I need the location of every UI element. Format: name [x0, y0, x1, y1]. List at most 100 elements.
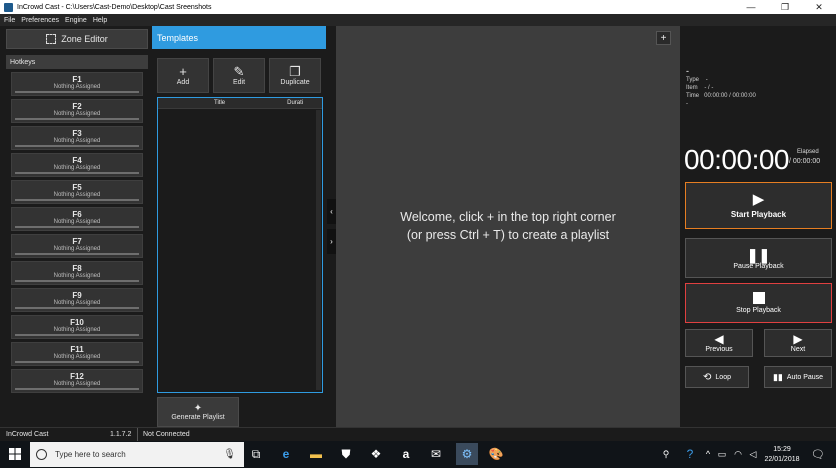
clock[interactable]: 15:29 22/01/2018 — [762, 445, 802, 465]
hotkey-progress — [15, 91, 139, 93]
people-icon[interactable]: ⚲ — [658, 446, 674, 462]
hotkey-status: Nothing Assigned — [53, 219, 101, 225]
hotkey-key: F6 — [72, 210, 82, 219]
restore-button[interactable]: ❐ — [768, 0, 802, 14]
hotkey-key: F1 — [72, 75, 82, 84]
windows-taskbar: Type here to search 🎙 ⧉ e ▬ ⛊ ❖ a ✉ ⚙ 🎨 … — [0, 441, 836, 468]
welcome-line-2: (or press Ctrl + T) to create a playlist — [406, 228, 610, 242]
duplicate-template-button[interactable]: ❐ Duplicate — [269, 58, 321, 93]
hotkey-f2[interactable]: F2 Nothing Assigned — [11, 99, 143, 123]
hotkey-progress — [15, 118, 139, 120]
hotkey-f1[interactable]: F1 Nothing Assigned — [11, 72, 143, 96]
task-view-icon[interactable]: ⧉ — [248, 446, 264, 462]
menu-file[interactable]: File — [4, 17, 15, 24]
next-label: Next — [790, 346, 806, 353]
status-divider — [137, 428, 138, 441]
next-icon: ▶ — [793, 332, 803, 346]
edit-label: Edit — [232, 79, 246, 86]
hotkey-f3[interactable]: F3 Nothing Assigned — [11, 126, 143, 150]
wifi-icon[interactable]: ◠ — [730, 446, 746, 462]
hotkey-f5[interactable]: F5 Nothing Assigned — [11, 180, 143, 204]
item-label: Item — [686, 85, 698, 91]
hotkey-f8[interactable]: F8 Nothing Assigned — [11, 261, 143, 285]
templates-list[interactable]: Title Durati — [157, 97, 323, 393]
column-duration[interactable]: Durati — [287, 100, 303, 106]
hotkey-key: F12 — [70, 372, 84, 381]
hotkey-progress — [15, 145, 139, 147]
add-template-button[interactable]: + Add — [157, 58, 209, 93]
edit-template-button[interactable]: ✎ Edit — [213, 58, 265, 93]
clock-date: 22/01/2018 — [764, 456, 800, 463]
hotkey-list: F1 Nothing Assigned F2 Nothing Assigned F3… — [6, 72, 148, 393]
hotkey-status: Nothing Assigned — [53, 300, 101, 306]
templates-scrollbar[interactable] — [316, 110, 321, 390]
hotkey-progress — [15, 361, 139, 363]
pause-playback-button[interactable]: ❚❚ Pause Playback — [685, 238, 832, 278]
loop-button[interactable]: ⟲ Loop — [685, 366, 749, 388]
hotkey-f10[interactable]: F10 Nothing Assigned — [11, 315, 143, 339]
playback-panel: - Type - Item - / - Time 00:00:00 / 00:0… — [680, 26, 836, 427]
hotkey-f6[interactable]: F6 Nothing Assigned — [11, 207, 143, 231]
templates-header[interactable]: Templates — [152, 26, 326, 49]
menu-preferences[interactable]: Preferences — [21, 17, 59, 24]
magic-wand-icon: ✦ — [193, 403, 203, 414]
elapsed-value: / 00:00:00 — [789, 158, 821, 165]
hotkey-status: Nothing Assigned — [53, 381, 101, 387]
hotkey-status: Nothing Assigned — [53, 327, 101, 333]
network-icon[interactable]: ▭ — [714, 446, 730, 462]
generate-playlist-button[interactable]: ✦ Generate Playlist — [157, 397, 239, 427]
duplicate-icon: ❐ — [289, 64, 301, 79]
start-button[interactable] — [7, 446, 23, 462]
time-value: 00:00:00 / 00:00:00 — [704, 93, 756, 99]
mail-icon[interactable]: ✉ — [428, 446, 444, 462]
hotkey-status: Nothing Assigned — [53, 84, 101, 90]
time-label: Time — [686, 93, 700, 99]
add-label: Add — [176, 79, 190, 86]
edge-icon[interactable]: e — [278, 446, 294, 462]
auto-pause-button[interactable]: ▮▮ Auto Pause — [764, 366, 832, 388]
file-explorer-icon[interactable]: ▬ — [308, 446, 324, 462]
previous-button[interactable]: ◀ Previous — [685, 329, 753, 357]
new-playlist-button[interactable]: + — [656, 31, 671, 45]
notifications-icon[interactable]: 🗨 — [810, 446, 826, 462]
auto-pause-icon: ▮▮ — [772, 371, 783, 382]
search-icon — [36, 449, 47, 460]
menu-engine[interactable]: Engine — [65, 17, 87, 24]
chevron-left-icon: ‹ — [330, 207, 333, 216]
playlist-area: + Welcome, click + in the top right corn… — [336, 26, 680, 427]
hotkey-f11[interactable]: F11 Nothing Assigned — [11, 342, 143, 366]
expand-right-button[interactable]: › — [327, 229, 336, 254]
minimize-button[interactable]: — — [734, 0, 768, 14]
microphone-icon[interactable]: 🎙 — [223, 449, 236, 460]
amazon-icon[interactable]: a — [398, 446, 414, 462]
search-placeholder: Type here to search — [55, 450, 126, 459]
app-icon — [4, 2, 13, 12]
now-playing-title: - — [686, 66, 689, 76]
hotkey-f7[interactable]: F7 Nothing Assigned — [11, 234, 143, 258]
loop-label: Loop — [715, 373, 731, 381]
collapse-left-button[interactable]: ‹ — [327, 199, 336, 224]
incrowd-cast-taskbar-icon[interactable]: ⚙ — [456, 443, 478, 465]
store-icon[interactable]: ⛊ — [338, 446, 354, 462]
help-icon[interactable]: ? — [682, 446, 698, 462]
stop-playback-button[interactable]: Stop Playback — [685, 283, 832, 323]
dropbox-icon[interactable]: ❖ — [368, 446, 384, 462]
extra-dash: - — [686, 101, 688, 107]
hotkey-f4[interactable]: F4 Nothing Assigned — [11, 153, 143, 177]
close-button[interactable]: ✕ — [802, 0, 836, 14]
menu-help[interactable]: Help — [93, 17, 107, 24]
zone-editor-button[interactable]: Zone Editor — [6, 29, 148, 49]
previous-icon: ◀ — [714, 332, 724, 346]
volume-icon[interactable]: ◁ — [745, 446, 761, 462]
clock-time: 15:29 — [773, 446, 791, 453]
status-bar: InCrowd Cast 1.1.7.2 Not Connected — [0, 427, 836, 441]
templates-list-header: Title Durati — [158, 98, 322, 109]
hotkey-f9[interactable]: F9 Nothing Assigned — [11, 288, 143, 312]
hotkey-f12[interactable]: F12 Nothing Assigned — [11, 369, 143, 393]
column-title[interactable]: Title — [214, 100, 225, 106]
taskbar-search[interactable]: Type here to search 🎙 — [30, 442, 244, 467]
paint-icon[interactable]: 🎨 — [488, 446, 504, 462]
start-playback-button[interactable]: ▶ Start Playback — [685, 182, 832, 229]
next-button[interactable]: ▶ Next — [764, 329, 832, 357]
hotkey-progress — [15, 172, 139, 174]
